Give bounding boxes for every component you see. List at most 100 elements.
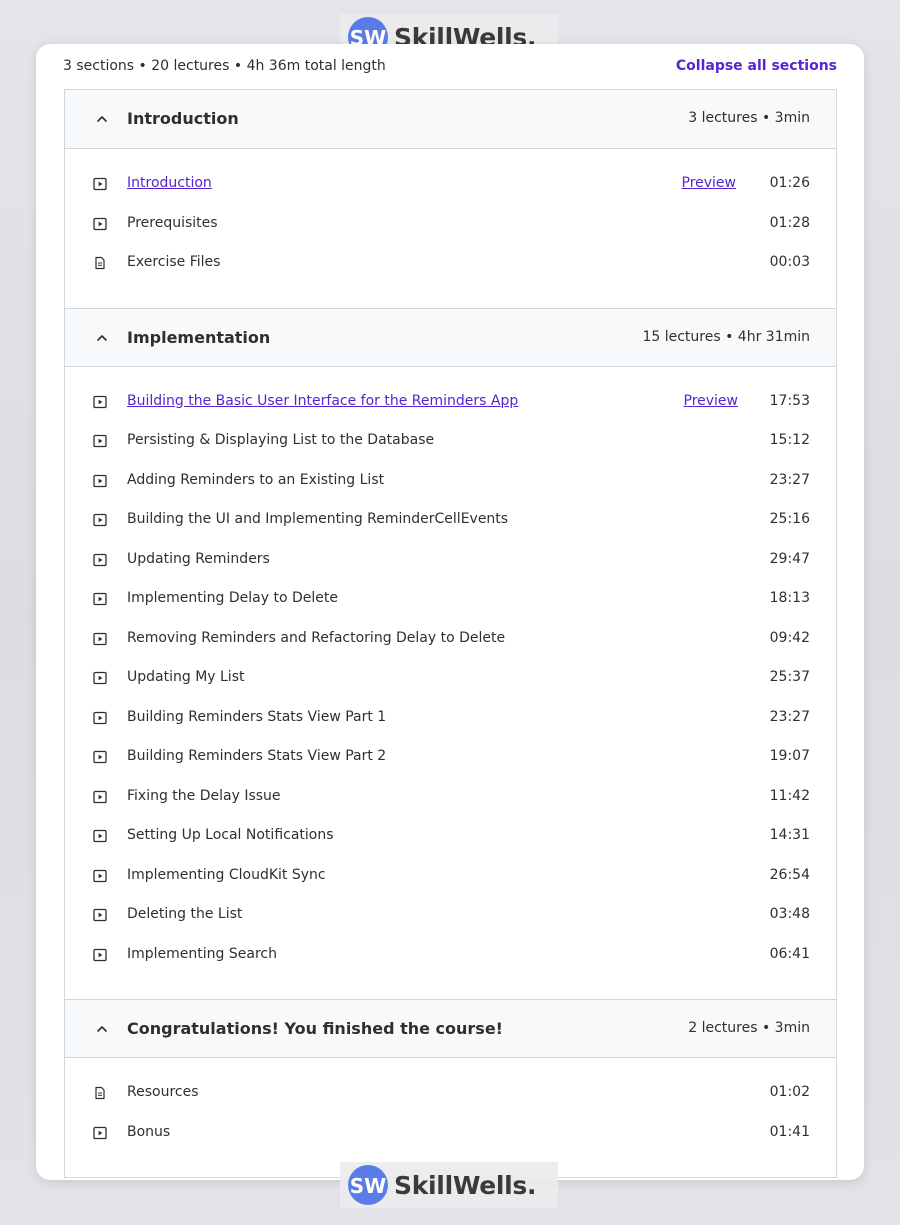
- lecture-row: Resources 01:02: [65, 1077, 836, 1117]
- video-icon: [93, 553, 107, 566]
- lecture-duration: 19:07: [769, 748, 810, 764]
- lecture-row: Fixing the Delay Issue 11:42: [65, 781, 836, 821]
- chevron-up-icon: [97, 334, 107, 341]
- lecture-duration: 03:48: [769, 906, 810, 922]
- video-icon: [93, 711, 107, 724]
- lecture-row: Updating Reminders 29:47: [65, 544, 836, 584]
- section-header[interactable]: Congratulations! You finished the course…: [65, 999, 836, 1058]
- lecture-row: Implementing Delay to Delete 18:13: [65, 583, 836, 623]
- video-icon: [93, 513, 107, 527]
- video-icon: [93, 750, 107, 764]
- watermark-text: SkillWells.: [394, 1170, 537, 1200]
- video-icon: [93, 217, 107, 230]
- video-icon: [93, 434, 107, 448]
- lecture-duration: 11:42: [769, 787, 810, 804]
- lecture-row: Bonus 01:41: [65, 1117, 836, 1157]
- lecture-title: Prerequisites: [127, 214, 218, 231]
- lecture-duration: 01:02: [769, 1084, 810, 1100]
- lecture-title: Updating Reminders: [127, 550, 270, 567]
- preview-link[interactable]: Preview: [682, 175, 737, 191]
- section-header[interactable]: Introduction 3 lectures • 3min: [65, 90, 836, 149]
- watermark-bottom: SW SkillWells.: [340, 1162, 558, 1208]
- section-meta: 3 lectures • 3min: [688, 110, 810, 126]
- lecture-duration: 17:53: [769, 392, 810, 409]
- collapse-all-sections-button[interactable]: Collapse all sections: [676, 58, 837, 74]
- lecture-row: Updating My List 25:37: [65, 662, 836, 702]
- lecture-row: Introduction Preview 01:26: [65, 168, 836, 208]
- chevron-up-icon: [97, 1026, 107, 1032]
- lecture-list: Introduction Preview 01:26 Prerequisites 01:…: [65, 149, 836, 308]
- course-content-card: 3 sections • 20 lectures • 4h 36m total …: [36, 44, 864, 1180]
- lecture-row: Deleting the List 03:48: [65, 899, 836, 939]
- lecture-title: Setting Up Local Notifications: [127, 827, 334, 843]
- lecture-duration: 00:03: [769, 254, 810, 270]
- lecture-duration: 26:54: [769, 866, 810, 883]
- chevron-up-icon: [97, 116, 107, 122]
- video-icon: [93, 790, 107, 803]
- lecture-row: Implementing CloudKit Sync 26:54: [65, 860, 836, 900]
- watermark-logo-letters: SW: [350, 1174, 386, 1198]
- lecture-row: Building Reminders Stats View Part 1 23:2…: [65, 702, 836, 742]
- lecture-row: Removing Reminders and Refactoring Delay…: [65, 623, 836, 663]
- file-icon: [95, 256, 105, 270]
- lecture-row: Implementing Search 06:41: [65, 939, 836, 979]
- section-title: Congratulations! You finished the course…: [127, 1019, 503, 1038]
- lecture-row: Building the Basic User Interface for th…: [65, 386, 836, 426]
- lecture-duration: 06:41: [769, 945, 810, 962]
- lecture-duration: 18:13: [769, 590, 810, 606]
- lecture-list: Building the Basic User Interface for th…: [65, 367, 836, 1000]
- lecture-title: Building the UI and Implementing Reminde…: [127, 511, 509, 527]
- video-icon: [93, 474, 107, 487]
- lecture-title: Persisting & Displaying List to the Data…: [127, 432, 435, 448]
- lecture-title[interactable]: Building the Basic User Interface for th…: [127, 393, 518, 409]
- video-icon: [93, 948, 107, 961]
- lecture-title: Deleting the List: [127, 906, 243, 922]
- lecture-row: Building the UI and Implementing Reminde…: [65, 504, 836, 544]
- file-icon: [95, 1086, 105, 1100]
- lecture-duration: 23:27: [769, 471, 810, 488]
- curriculum-summary: 3 sections • 20 lectures • 4h 36m total …: [63, 58, 386, 74]
- skillwells-logo-icon: SW: [348, 1165, 388, 1205]
- lecture-row: Persisting & Displaying List to the Data…: [65, 425, 836, 465]
- section-title: Implementation: [127, 327, 271, 347]
- lecture-title: Exercise Files: [127, 254, 221, 270]
- lecture-row: Exercise Files 00:03: [65, 247, 836, 287]
- lecture-title: Building Reminders Stats View Part 1: [127, 708, 387, 725]
- lecture-duration: 09:42: [769, 629, 810, 646]
- lecture-duration: 15:12: [769, 432, 810, 448]
- lecture-row: Prerequisites 01:28: [65, 208, 836, 248]
- video-icon: [93, 1126, 107, 1139]
- lecture-row: Adding Reminders to an Existing List 23:2…: [65, 465, 836, 505]
- lecture-title: Bonus: [127, 1123, 171, 1140]
- lecture-title: Adding Reminders to an Existing List: [127, 471, 385, 488]
- lecture-title: Implementing Delay to Delete: [127, 590, 338, 606]
- video-icon: [93, 671, 107, 685]
- section-header[interactable]: Implementation 15 lectures • 4hr 31min: [65, 307, 836, 367]
- video-icon: [93, 592, 107, 606]
- lecture-title: Removing Reminders and Refactoring Delay…: [127, 629, 506, 646]
- section-title: Introduction: [127, 109, 239, 128]
- lecture-duration: 25:37: [769, 669, 810, 685]
- video-icon: [93, 632, 107, 645]
- lecture-row: Setting Up Local Notifications 14:31: [65, 820, 836, 860]
- video-icon: [93, 829, 107, 843]
- curriculum-topbar: 3 sections • 20 lectures • 4h 36m total …: [63, 58, 837, 78]
- video-icon: [93, 908, 107, 922]
- lecture-title: Resources: [127, 1084, 199, 1100]
- preview-link[interactable]: Preview: [684, 393, 739, 409]
- lecture-duration: 01:26: [769, 175, 810, 191]
- video-icon: [93, 395, 107, 408]
- section-meta: 2 lectures • 3min: [688, 1020, 810, 1036]
- lecture-title: Implementing Search: [127, 945, 277, 962]
- lecture-title: Building Reminders Stats View Part 2: [127, 748, 387, 764]
- lecture-title: Implementing CloudKit Sync: [127, 866, 326, 883]
- lecture-title: Updating My List: [127, 669, 245, 685]
- lecture-title[interactable]: Introduction: [127, 175, 212, 191]
- lecture-duration: 14:31: [769, 827, 810, 843]
- lecture-duration: 01:41: [769, 1123, 810, 1140]
- lecture-duration: 29:47: [769, 550, 810, 567]
- lecture-duration: 23:27: [769, 708, 810, 725]
- lecture-list: Resources 01:02 Bonus 01:41: [65, 1058, 836, 1177]
- curriculum-list: Introduction 3 lectures • 3min Introductio…: [64, 89, 837, 1178]
- lecture-title: Fixing the Delay Issue: [127, 787, 281, 804]
